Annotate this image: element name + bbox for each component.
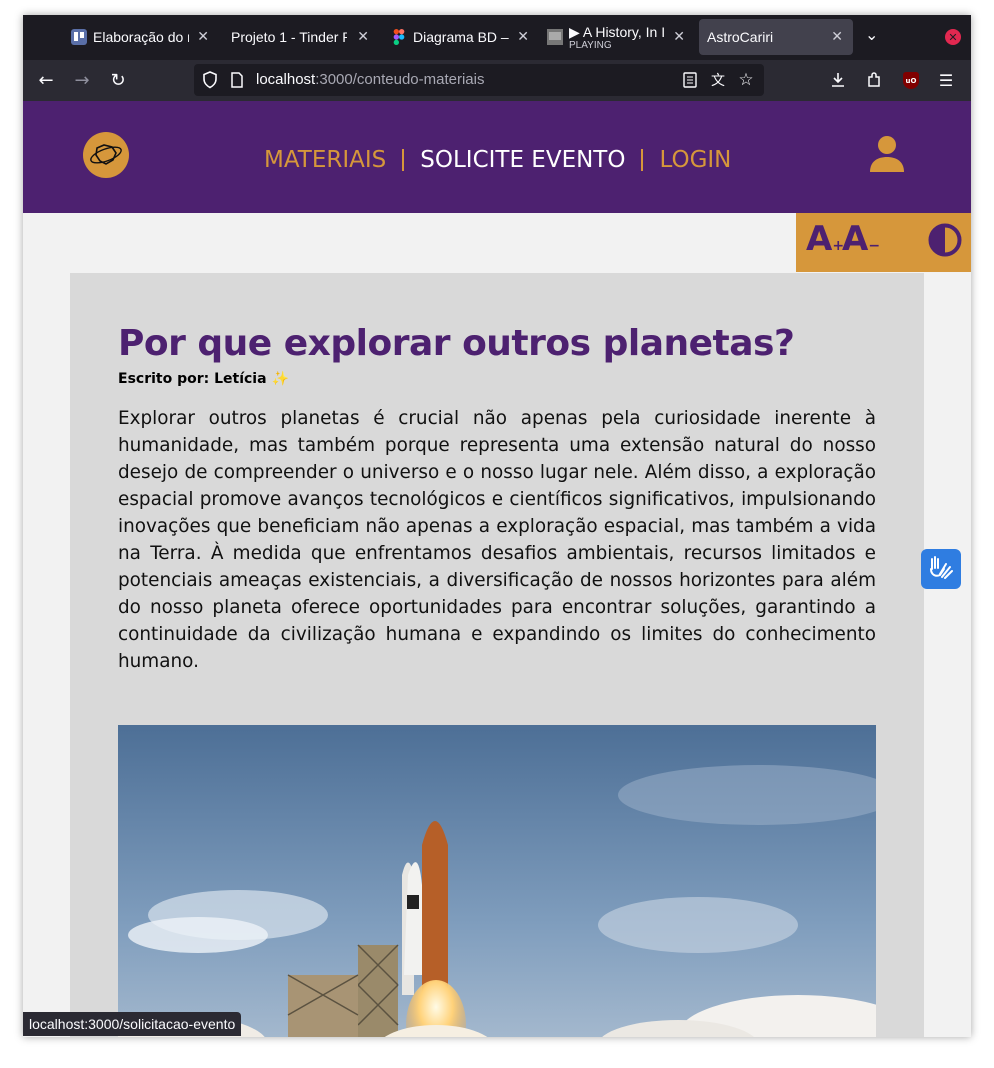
- tab-trello[interactable]: Elaboração do r ✕: [71, 19, 211, 55]
- page-icon: [230, 72, 244, 92]
- main-nav: MATERIAIS SOLICITE EVENTO LOGIN: [264, 145, 731, 175]
- author-name: Escrito por: Letícia: [118, 371, 267, 387]
- nav-divider: [641, 149, 644, 171]
- tab-title: ▶ A History, In I: [569, 23, 665, 40]
- font-decrease-button[interactable]: A−: [842, 219, 880, 259]
- site-header: MATERIAIS SOLICITE EVENTO LOGIN: [23, 101, 971, 213]
- translate-icon[interactable]: 文: [709, 71, 727, 89]
- reload-icon[interactable]: ↻: [107, 69, 129, 91]
- tab-title: Projeto 1 - Tinder P: [231, 29, 347, 45]
- star-icon[interactable]: ☆: [737, 70, 755, 90]
- trello-icon: [71, 29, 87, 45]
- reader-view-icon[interactable]: [681, 71, 699, 89]
- close-window-icon[interactable]: ✕: [945, 29, 961, 45]
- minus-sign: −: [868, 238, 881, 254]
- accessibility-bar: A+ A−: [796, 213, 971, 272]
- browser-window: Elaboração do r ✕ Projeto 1 - Tinder P ✕…: [23, 15, 971, 1037]
- close-tab-icon[interactable]: ✕: [197, 28, 209, 45]
- article-title: Por que explorar outros planetas?: [118, 323, 795, 364]
- font-increase-letter: A: [806, 219, 833, 259]
- shield-icon[interactable]: [202, 71, 218, 93]
- ublock-icon[interactable]: uO: [903, 72, 919, 89]
- sign-language-hands-icon: [928, 555, 954, 583]
- close-tab-icon[interactable]: ✕: [831, 28, 843, 45]
- back-icon[interactable]: ←: [35, 69, 57, 91]
- tab-title: Elaboração do r: [93, 29, 189, 45]
- extensions-icon[interactable]: [863, 69, 885, 91]
- astrocariri-logo[interactable]: [83, 132, 129, 178]
- url-host: localhost: [256, 71, 316, 88]
- browser-toolbar: ← → ↻ localhost:3000/conteudo-materiais …: [23, 60, 971, 101]
- article-author: Escrito por: Letícia ✨: [118, 371, 289, 387]
- article-card: Por que explorar outros planetas? Escrit…: [70, 273, 924, 1037]
- close-tab-icon[interactable]: ✕: [517, 28, 529, 45]
- video-thumbnail-icon: [547, 29, 563, 45]
- tab-title: Diagrama BD –: [413, 29, 509, 45]
- article-body: Explorar outros planetas é crucial não a…: [118, 408, 876, 672]
- forward-icon[interactable]: →: [71, 69, 93, 91]
- sign-language-button[interactable]: [921, 549, 961, 589]
- tab-video[interactable]: ▶ A History, In I PLAYING ✕: [547, 19, 687, 55]
- close-tab-icon[interactable]: ✕: [357, 28, 369, 45]
- nav-login[interactable]: LOGIN: [659, 147, 731, 173]
- close-tab-icon[interactable]: ✕: [673, 28, 685, 45]
- playing-label: PLAYING: [569, 40, 612, 51]
- nav-materiais[interactable]: MATERIAIS: [264, 147, 386, 173]
- tab-title: AstroCariri: [707, 29, 774, 45]
- sparkles-icon: ✨: [271, 371, 289, 387]
- tab-astrocariri[interactable]: AstroCariri ✕: [699, 19, 853, 55]
- url-path: :3000/conteudo-materiais: [315, 71, 485, 88]
- nav-divider: [402, 149, 405, 171]
- user-icon[interactable]: [869, 135, 905, 173]
- font-decrease-letter: A: [842, 219, 869, 259]
- menu-icon[interactable]: ☰: [935, 69, 957, 91]
- url-bar[interactable]: localhost:3000/conteudo-materiais 文 ☆: [194, 64, 764, 96]
- status-bar-url: localhost:3000/solicitacao-evento: [23, 1012, 242, 1036]
- contrast-toggle-icon[interactable]: [928, 223, 962, 257]
- url-text[interactable]: localhost:3000/conteudo-materiais: [256, 71, 484, 88]
- font-increase-button[interactable]: A+: [806, 219, 844, 259]
- figma-icon: [391, 29, 407, 45]
- rocket-launch-image: [118, 725, 876, 1037]
- nav-solicite-evento[interactable]: SOLICITE EVENTO: [420, 147, 625, 173]
- chevron-down-icon[interactable]: ⌄: [865, 25, 878, 44]
- tab-projeto[interactable]: Projeto 1 - Tinder P ✕: [231, 19, 371, 55]
- tab-figma[interactable]: Diagrama BD – ✕: [391, 19, 531, 55]
- tab-strip: Elaboração do r ✕ Projeto 1 - Tinder P ✕…: [23, 15, 971, 60]
- download-icon[interactable]: [827, 69, 849, 91]
